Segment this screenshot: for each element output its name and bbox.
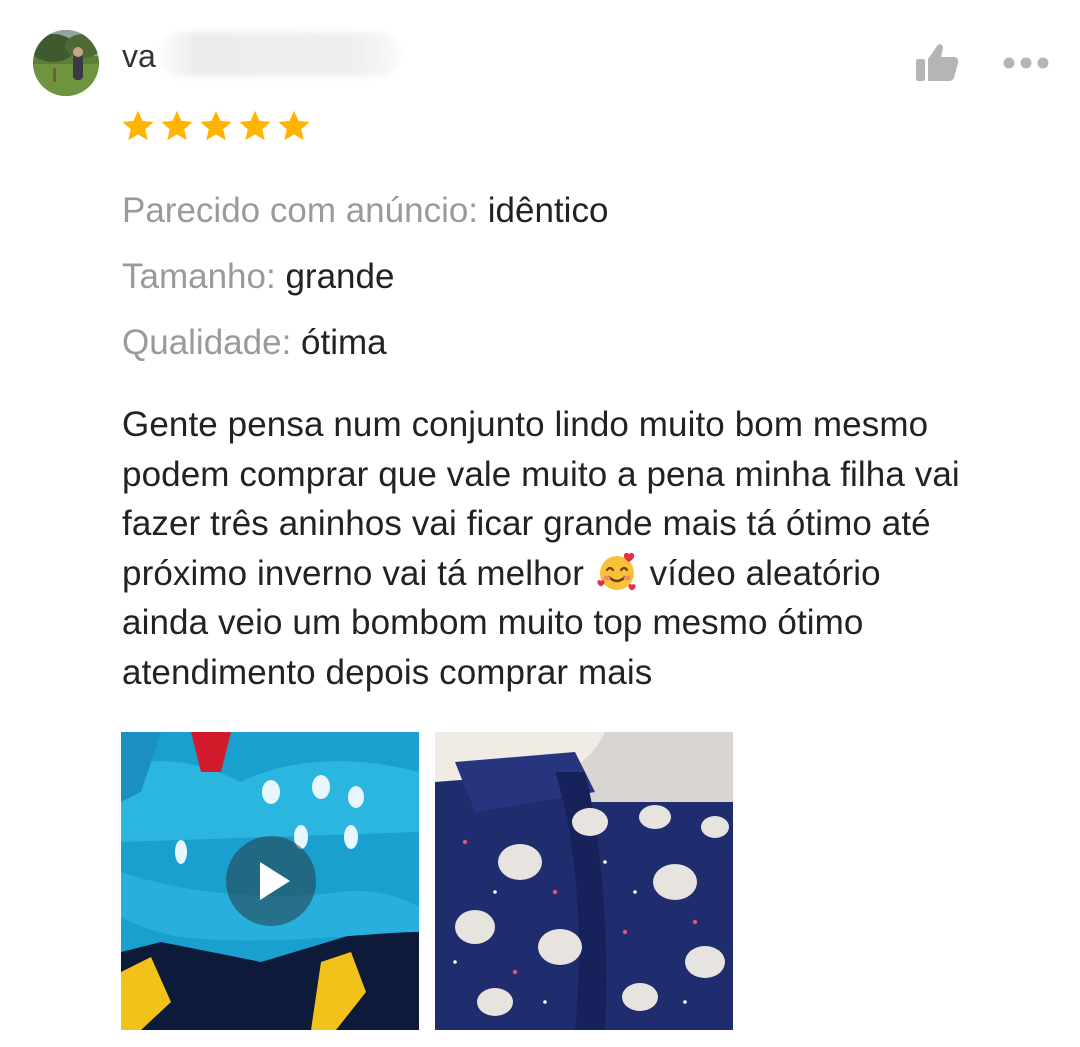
star-icon: [278, 110, 310, 141]
like-button[interactable]: [912, 40, 962, 86]
review-text-segment: vídeo aleatório: [649, 553, 881, 593]
review-text-line: próximo inverno vai tá melhor vídeo alea…: [122, 549, 1062, 599]
play-button[interactable]: [226, 836, 316, 926]
attribute-quality: Qualidade: ótima: [122, 321, 387, 365]
more-dots-icon: [1003, 57, 1049, 69]
review-video-thumbnail[interactable]: [121, 732, 419, 1030]
attribute-value: ótima: [301, 323, 387, 362]
username-redaction: [160, 32, 400, 76]
star-icon: [239, 110, 271, 141]
review-text-line: Gente pensa num conjunto lindo muito bom…: [122, 405, 929, 444]
review-text-line: podem comprar que vale muito a pena minh…: [122, 454, 960, 494]
attribute-similarity: Parecido com anúncio: idêntico: [122, 189, 608, 233]
play-icon: [260, 862, 290, 900]
avatar[interactable]: [33, 30, 99, 96]
thumbs-up-icon: [916, 44, 959, 81]
attribute-value: grande: [285, 257, 395, 296]
attribute-value: idêntico: [487, 191, 609, 230]
attribute-label: Parecido com anúncio:: [122, 191, 479, 230]
username-row: va: [122, 30, 422, 80]
username: va: [122, 38, 156, 74]
review-text-line: ainda veio um bombom muito top mesmo óti…: [122, 603, 864, 642]
attribute-label: Qualidade:: [122, 323, 292, 362]
avatar-image: [33, 30, 99, 96]
review-text: Gente pensa num conjunto lindo muito bom…: [122, 400, 1062, 697]
rating-stars: [120, 108, 312, 144]
star-icon: [200, 110, 232, 141]
review-photo-thumbnail[interactable]: [435, 732, 733, 1030]
review-text-segment: próximo inverno vai tá melhor: [122, 553, 584, 593]
review-text-line: atendimento depois comprar mais: [122, 652, 653, 692]
attribute-size: Tamanho: grande: [122, 255, 394, 299]
attribute-label: Tamanho:: [122, 257, 276, 296]
star-icon: [122, 110, 154, 141]
smiling-face-with-hearts-icon: [597, 552, 636, 590]
review-text-line: fazer três aninhos vai ficar grande mais…: [122, 504, 931, 543]
photo-thumbnail-image: [435, 732, 733, 1030]
more-options-button[interactable]: [1000, 48, 1052, 78]
star-icon: [161, 110, 193, 141]
